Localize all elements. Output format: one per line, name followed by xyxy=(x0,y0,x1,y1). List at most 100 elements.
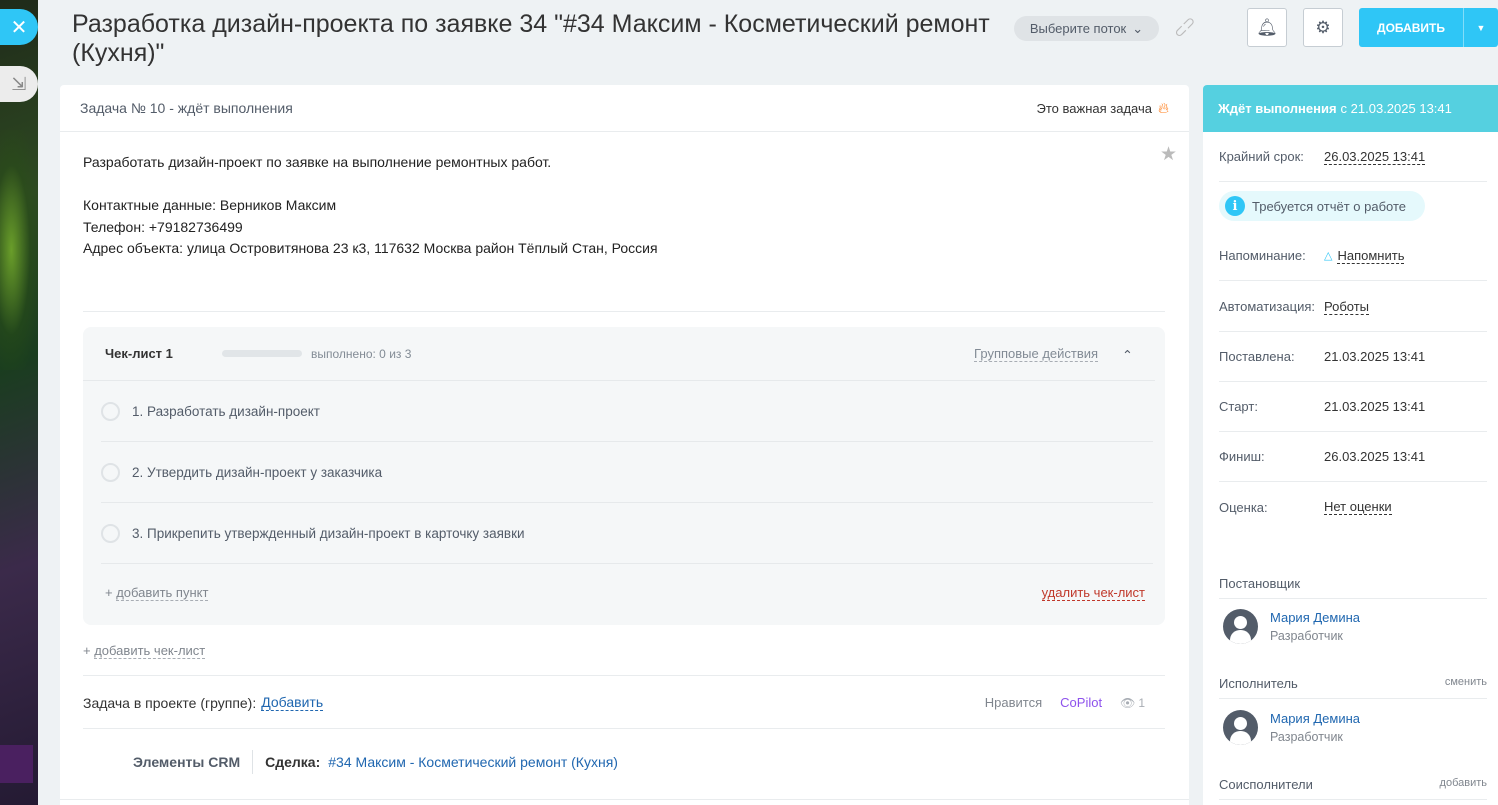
creator-section-title: Постановщик xyxy=(1219,576,1487,599)
eye-icon: 👁︎ xyxy=(1120,695,1136,710)
info-icon: i xyxy=(1225,196,1245,216)
reminder-row: Напоминание: △ Напомнить xyxy=(1219,231,1487,281)
add-checklist-item-link[interactable]: + добавить пункт xyxy=(105,585,209,601)
deadline-value[interactable]: 26.03.2025 13:41 xyxy=(1324,149,1426,165)
reminder-link[interactable]: Напомнить xyxy=(1337,248,1405,264)
checklist-item-text[interactable]: 1. Разработать дизайн-проект xyxy=(132,404,320,419)
background-glow xyxy=(0,130,38,370)
important-label: Это важная задача xyxy=(1036,100,1152,116)
views-counter: 👁︎ 1 xyxy=(1120,696,1145,710)
reminder-label: Напоминание: xyxy=(1219,248,1306,263)
checklist-item-checkbox[interactable] xyxy=(101,462,120,482)
copilot-button[interactable]: CoPilot xyxy=(1060,695,1102,710)
deadline-label: Крайний срок: xyxy=(1219,149,1304,164)
assignee-person[interactable]: Мария Демина Разработчик xyxy=(1223,710,1360,745)
description-line: Контактные данные: Верников Максим xyxy=(83,197,337,213)
finish-value: 26.03.2025 13:41 xyxy=(1324,449,1426,464)
bell-icon: 🔔︎ xyxy=(1256,17,1278,37)
add-button-label: ДОБАВИТЬ xyxy=(1377,20,1445,35)
checklist-title[interactable]: Чек-лист 1 xyxy=(105,346,222,361)
task-actions: Нравится CoPilot 👁︎ 1 xyxy=(985,695,1145,710)
checklist-footer: + добавить пункт удалить чек-лист xyxy=(105,585,1145,601)
close-slider-button[interactable]: ✕ xyxy=(0,9,38,45)
important-toggle[interactable]: Это важная задача 🔥︎ xyxy=(1037,100,1169,117)
task-description: Разработать дизайн-проект по заявке на в… xyxy=(60,132,1189,260)
automation-link[interactable]: Роботы xyxy=(1324,299,1370,315)
creator-name[interactable]: Мария Демина xyxy=(1270,610,1360,625)
start-value: 21.03.2025 13:41 xyxy=(1324,399,1426,414)
avatar xyxy=(1223,710,1258,745)
divider xyxy=(60,799,1189,800)
automation-row: Автоматизация: Роботы xyxy=(1219,282,1487,332)
assignee-section-title: Исполнитель сменить xyxy=(1219,676,1487,699)
description-line xyxy=(83,174,1166,196)
add-dropdown-caret-icon[interactable]: ▼ xyxy=(1463,8,1498,47)
creator-title: Постановщик xyxy=(1219,576,1301,591)
checklist-header: Чек-лист 1 выполнено: 0 из 3 Групповые д… xyxy=(83,327,1155,381)
crm-row: Элементы CRM Сделка: #34 Максим - Космет… xyxy=(133,750,618,774)
settings-button[interactable]: ⚙ xyxy=(1303,8,1343,47)
divider xyxy=(83,728,1165,729)
task-card: Задача № 10 - ждёт выполнения Это важная… xyxy=(60,85,1189,805)
checklist-item-text[interactable]: 3. Прикрепить утвержденный дизайн-проект… xyxy=(132,526,525,541)
assignee-name[interactable]: Мария Демина xyxy=(1270,711,1360,726)
add-item-label: добавить пункт xyxy=(116,585,209,601)
crm-label: Элементы CRM xyxy=(133,750,254,774)
fire-icon: 🔥︎ xyxy=(1157,99,1169,117)
finish-row: Финиш: 26.03.2025 13:41 xyxy=(1219,432,1487,482)
star-icon[interactable]: ★ xyxy=(1160,143,1177,166)
crm-deal-link[interactable]: #34 Максим - Косметический ремонт (Кухня… xyxy=(328,754,618,770)
rating-link[interactable]: Нет оценки xyxy=(1324,499,1392,515)
add-button[interactable]: ДОБАВИТЬ ▼ xyxy=(1359,8,1498,47)
add-checklist-link[interactable]: + добавить чек-лист xyxy=(83,643,206,659)
like-button[interactable]: Нравится xyxy=(985,695,1042,710)
coassignees-title: Соисполнители xyxy=(1219,777,1313,792)
checklist-item-checkbox[interactable] xyxy=(101,523,120,543)
checklist-item-text[interactable]: 2. Утвердить дизайн-проект у заказчика xyxy=(132,465,382,480)
status-header: Ждёт выполнения с 21.03.2025 13:41 xyxy=(1203,85,1498,132)
checklist-item-checkbox[interactable] xyxy=(101,401,120,421)
task-header: Задача № 10 - ждёт выполнения Это важная… xyxy=(60,85,1189,132)
assignee-role: Разработчик xyxy=(1270,730,1343,744)
delete-checklist-link[interactable]: удалить чек-лист xyxy=(1041,585,1145,601)
background-tile xyxy=(0,745,33,783)
notifications-button[interactable]: 🔔︎ xyxy=(1247,8,1287,47)
coassignees-section-title: Соисполнители добавить xyxy=(1219,777,1487,800)
start-label: Старт: xyxy=(1219,399,1258,414)
task-number-status: Задача № 10 - ждёт выполнения xyxy=(80,100,293,116)
creator-role: Разработчик xyxy=(1270,629,1343,643)
project-row: Задача в проекте (группе): Добавить Нрав… xyxy=(83,694,1145,711)
views-count: 1 xyxy=(1138,695,1145,710)
flow-select-label: Выберите поток xyxy=(1029,21,1127,36)
background-strip xyxy=(0,0,38,805)
close-icon: ✕ xyxy=(10,16,28,39)
finish-label: Финиш: xyxy=(1219,449,1265,464)
checklist-item: 1. Разработать дизайн-проект xyxy=(101,381,1153,442)
minimize-icon: ⇲ xyxy=(11,73,27,94)
plus-sign: + xyxy=(105,585,113,600)
group-actions-link[interactable]: Групповые действия xyxy=(974,346,1099,362)
divider xyxy=(83,311,1165,312)
rating-label: Оценка: xyxy=(1219,499,1268,515)
created-label: Поставлена: xyxy=(1219,349,1295,364)
flow-select-button[interactable]: Выберите поток ⌄ xyxy=(1014,16,1159,41)
link-icon[interactable]: ⊂⊃ xyxy=(1169,12,1200,43)
project-label: Задача в проекте (группе): xyxy=(83,694,257,711)
created-value: 21.03.2025 13:41 xyxy=(1324,349,1426,364)
divider xyxy=(83,675,1165,676)
add-coassignee-link[interactable]: добавить xyxy=(1440,777,1487,792)
checklist-item: 3. Прикрепить утвержденный дизайн-проект… xyxy=(101,503,1153,564)
start-row: Старт: 21.03.2025 13:41 xyxy=(1219,382,1487,432)
deadline-row: Крайний срок: 26.03.2025 13:41 xyxy=(1219,132,1487,182)
minimize-slider-button[interactable]: ⇲ xyxy=(0,66,38,102)
automation-label: Автоматизация: xyxy=(1219,299,1315,314)
add-project-link[interactable]: Добавить xyxy=(261,694,324,711)
add-checklist-label: добавить чек-лист xyxy=(94,643,206,659)
avatar xyxy=(1223,609,1258,644)
change-assignee-link[interactable]: сменить xyxy=(1445,676,1487,691)
chevron-up-icon[interactable]: ⌄ xyxy=(1122,346,1133,362)
checklist-progress-text: выполнено: 0 из 3 xyxy=(311,346,412,361)
creator-person[interactable]: Мария Демина Разработчик xyxy=(1223,609,1360,644)
gear-icon: ⚙ xyxy=(1315,17,1331,37)
page-title: Разработка дизайн-проекта по заявке 34 "… xyxy=(72,10,990,67)
